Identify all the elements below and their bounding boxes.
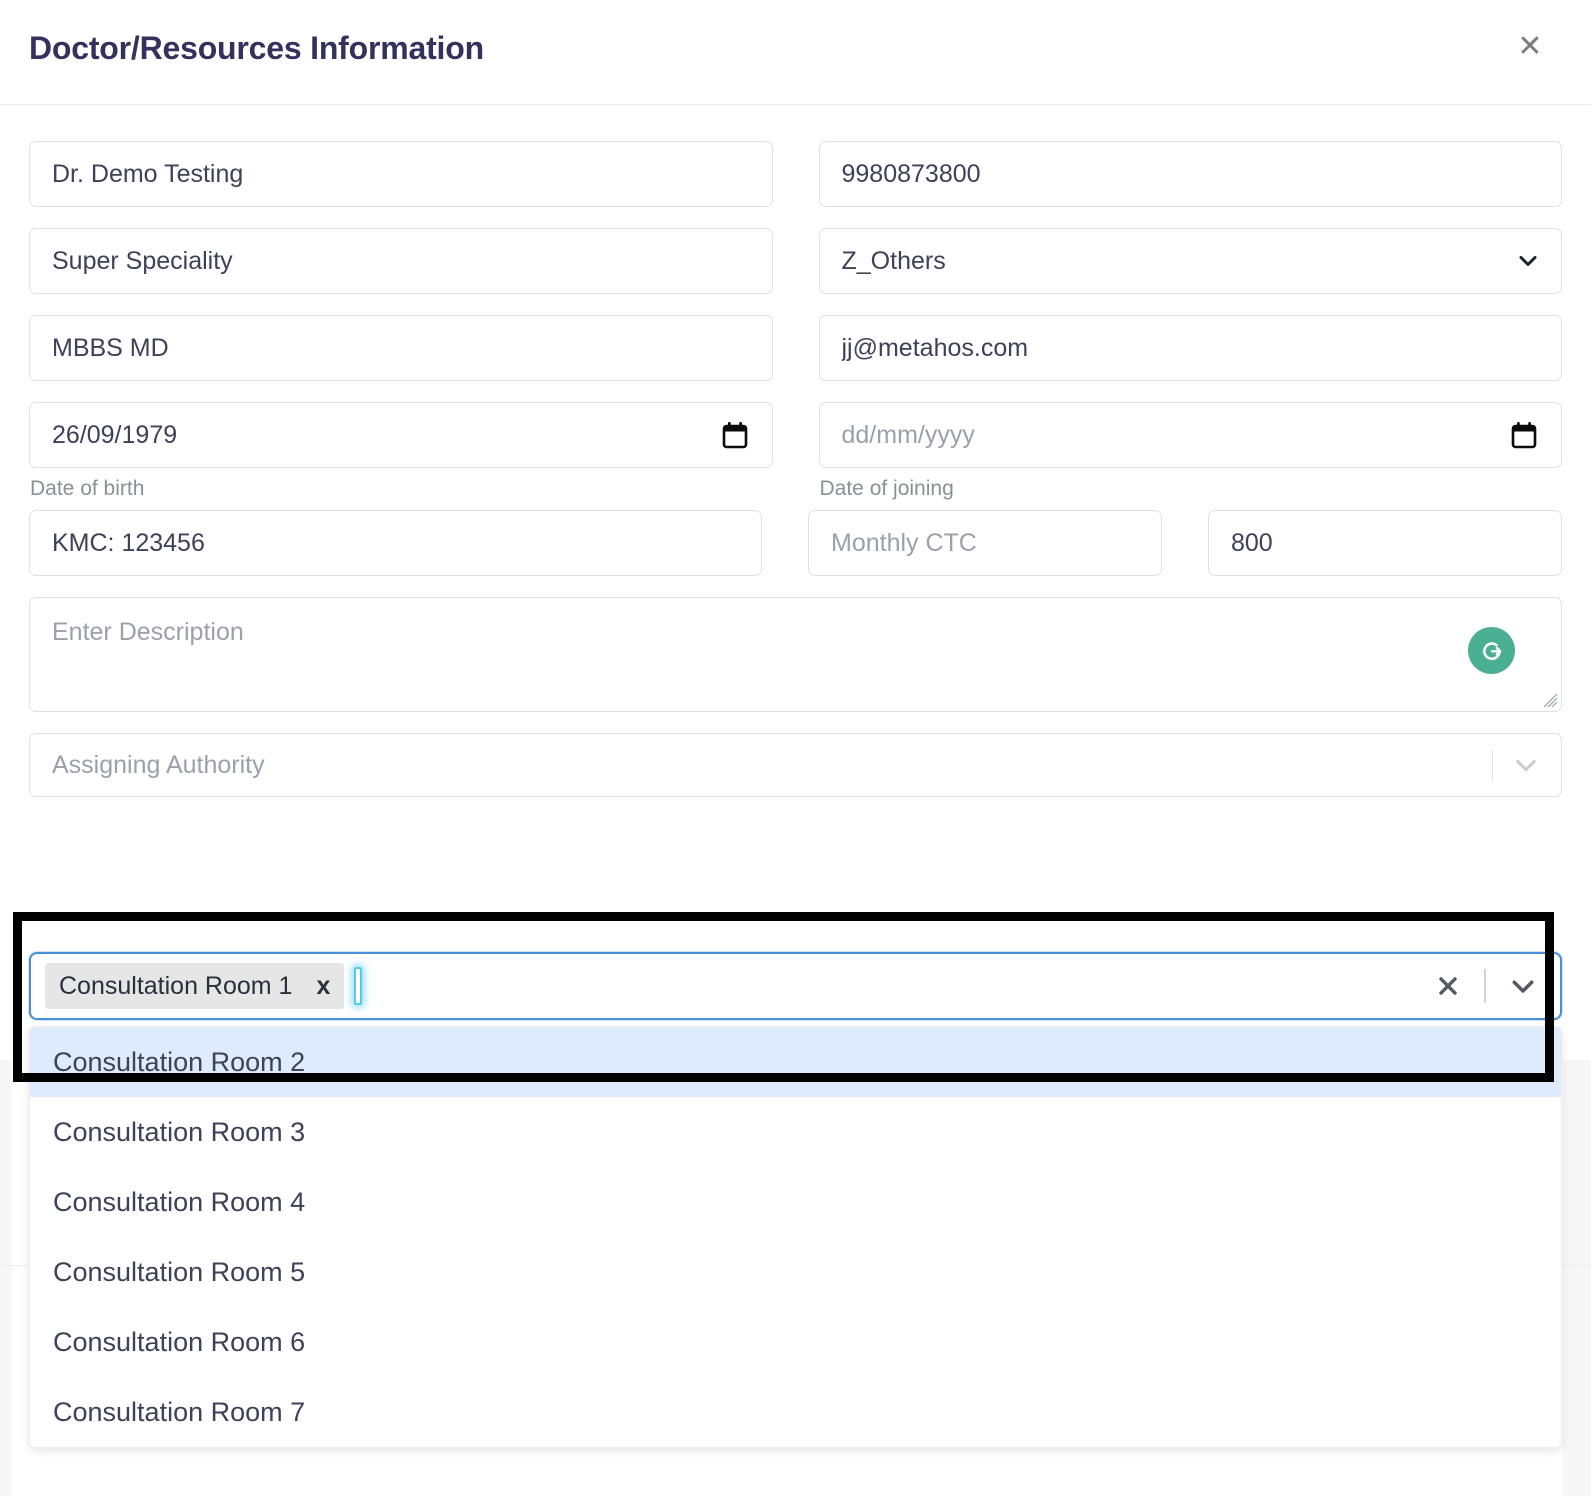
- description-textarea[interactable]: Enter Description: [29, 597, 1562, 712]
- assigning-authority-placeholder: Assigning Authority: [52, 750, 265, 779]
- resource-multiselect-indicators: [1428, 965, 1544, 1007]
- grammarly-icon[interactable]: [1468, 627, 1515, 674]
- chevron-down-icon[interactable]: [1502, 965, 1544, 1007]
- date-of-joining-placeholder: dd/mm/yyyy: [841, 420, 975, 449]
- date-of-birth-helper: Date of birth: [30, 477, 145, 500]
- doctor-name-input[interactable]: Dr. Demo Testing: [29, 141, 773, 207]
- qualification-cell: MBBS MD: [29, 315, 773, 381]
- calendar-icon[interactable]: [1511, 421, 1537, 449]
- page-gutter-left: [0, 1060, 12, 1496]
- date-of-joining-input[interactable]: dd/mm/yyyy: [818, 402, 1562, 468]
- option-label: Consultation Room 3: [53, 1116, 306, 1147]
- consultation-fee-value: 800: [1231, 528, 1273, 557]
- option-consultation-room-2[interactable]: Consultation Room 2: [30, 1027, 1561, 1097]
- option-consultation-room-7[interactable]: Consultation Room 7: [30, 1377, 1561, 1447]
- speciality-input[interactable]: Super Speciality: [29, 228, 773, 294]
- category-select[interactable]: Z_Others: [818, 228, 1562, 294]
- date-of-birth-input[interactable]: 26/09/1979: [29, 402, 773, 468]
- form-row-identity: Dr. Demo Testing 9980873800: [29, 141, 1562, 207]
- speciality-cell: Super Speciality: [29, 228, 773, 294]
- qualification-value: MBBS MD: [52, 333, 169, 362]
- registration-input[interactable]: KMC: 123456: [29, 510, 762, 576]
- monthly-ctc-cell: Monthly CTC: [808, 510, 1162, 576]
- resource-multiselect-control[interactable]: Consultation Room 1 x: [29, 952, 1562, 1020]
- email-input[interactable]: jj@metahos.com: [818, 315, 1562, 381]
- option-consultation-room-4[interactable]: Consultation Room 4: [30, 1167, 1561, 1237]
- selected-chip: Consultation Room 1 x: [45, 963, 345, 1009]
- option-label: Consultation Room 5: [53, 1256, 306, 1287]
- finance-cells: Monthly CTC 800: [808, 510, 1562, 576]
- consultation-fee-cell: 800: [1208, 510, 1562, 576]
- registration-value: KMC: 123456: [52, 528, 205, 557]
- clear-all-icon[interactable]: [1428, 966, 1468, 1006]
- calendar-icon[interactable]: [722, 421, 748, 449]
- doj-cell: dd/mm/yyyy Date of joining: [818, 402, 1562, 502]
- form-row-qualification: MBBS MD jj@metahos.com: [29, 315, 1562, 381]
- chevron-down-icon: [1515, 248, 1541, 274]
- doctor-resources-modal: Doctor/Resources Information ✕ Dr. Demo …: [0, 0, 1591, 1496]
- selected-chip-label: Consultation Room 1: [59, 971, 293, 1000]
- form-row-speciality: Super Speciality Z_Others: [29, 228, 1562, 294]
- option-consultation-room-6[interactable]: Consultation Room 6: [30, 1307, 1561, 1377]
- divider: [1484, 969, 1486, 1003]
- modal-header: Doctor/Resources Information ✕: [0, 0, 1591, 105]
- dob-cell: 26/09/1979 Date of birth: [29, 402, 773, 502]
- form-row-dates: 26/09/1979 Date of birth dd/mm/yyyy Date…: [29, 402, 1562, 502]
- resize-handle[interactable]: [1542, 692, 1558, 708]
- registration-cell: KMC: 123456: [29, 510, 762, 576]
- option-consultation-room-3[interactable]: Consultation Room 3: [30, 1097, 1561, 1167]
- option-label: Consultation Room 7: [53, 1396, 306, 1427]
- form-row-finance: KMC: 123456 Monthly CTC 800: [29, 510, 1562, 576]
- option-label: Consultation Room 2: [53, 1046, 306, 1077]
- phone-input[interactable]: 9980873800: [818, 141, 1562, 207]
- email-cell: jj@metahos.com: [818, 315, 1562, 381]
- phone-cell: 9980873800: [818, 141, 1562, 207]
- assigning-authority-select[interactable]: Assigning Authority: [29, 733, 1562, 797]
- doctor-name-cell: Dr. Demo Testing: [29, 141, 773, 207]
- close-icon[interactable]: ✕: [1513, 30, 1547, 64]
- option-label: Consultation Room 6: [53, 1326, 306, 1357]
- consultation-fee-input[interactable]: 800: [1208, 510, 1562, 576]
- description-placeholder: Enter Description: [52, 618, 244, 646]
- date-of-joining-helper: Date of joining: [819, 477, 954, 500]
- assigning-authority-indicators: [1480, 744, 1547, 786]
- category-value: Z_Others: [841, 246, 946, 275]
- modal-body: Dr. Demo Testing 9980873800 Super Specia…: [0, 105, 1591, 797]
- text-cursor: [354, 967, 363, 1005]
- category-cell: Z_Others: [818, 228, 1562, 294]
- resource-options-menu: Consultation Room 2 Consultation Room 3 …: [29, 1026, 1562, 1448]
- option-consultation-room-5[interactable]: Consultation Room 5: [30, 1237, 1561, 1307]
- chevron-down-icon[interactable]: [1505, 744, 1547, 786]
- monthly-ctc-placeholder: Monthly CTC: [831, 528, 977, 557]
- resource-multiselect: Consultation Room 1 x Consultation Room …: [29, 952, 1562, 1448]
- doctor-name-value: Dr. Demo Testing: [52, 159, 244, 188]
- date-of-birth-value: 26/09/1979: [52, 420, 178, 449]
- phone-value: 9980873800: [841, 159, 981, 188]
- divider: [1492, 749, 1493, 781]
- page-gutter-right: [1563, 1060, 1591, 1496]
- speciality-value: Super Speciality: [52, 246, 233, 275]
- monthly-ctc-input[interactable]: Monthly CTC: [808, 510, 1162, 576]
- page-title: Doctor/Resources Information: [29, 30, 484, 66]
- email-value: jj@metahos.com: [841, 333, 1029, 362]
- option-label: Consultation Room 4: [53, 1186, 306, 1217]
- chip-remove-icon[interactable]: x: [308, 973, 338, 999]
- qualification-input[interactable]: MBBS MD: [29, 315, 773, 381]
